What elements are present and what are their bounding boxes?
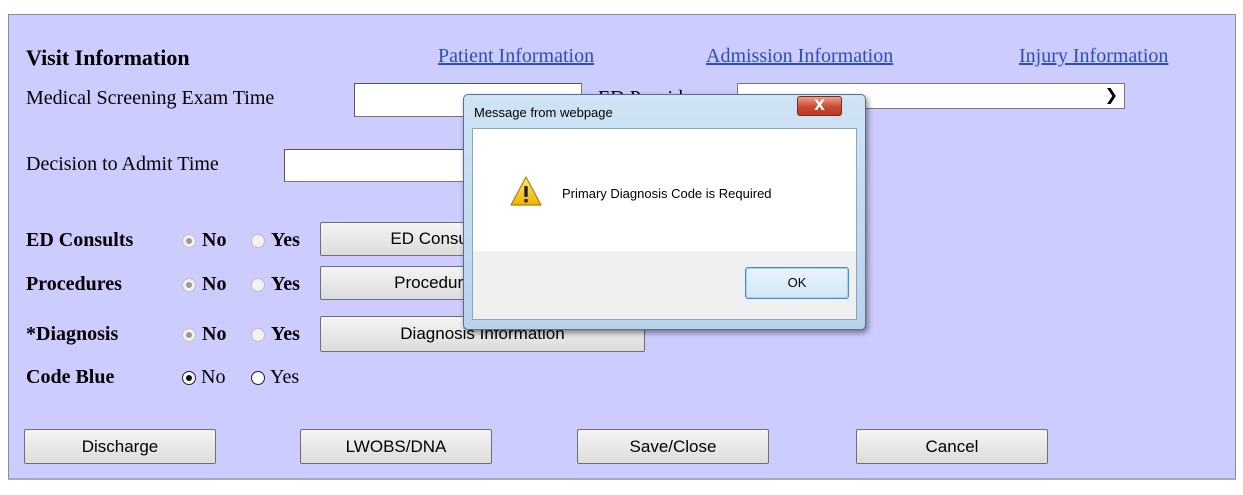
procedures-yes-radio[interactable] [251,278,265,292]
code-blue-no-label: No [201,366,226,388]
chevron-down-icon: ❯ [1104,85,1118,104]
close-icon: X [814,98,825,114]
code-blue-no-radio[interactable] [182,371,196,385]
ed-consults-label: ED Consults [26,229,134,251]
procedures-no-radio[interactable] [182,278,196,292]
procedures-label: Procedures [26,273,122,295]
code-blue-yes-label: Yes [270,366,300,388]
discharge-button[interactable]: Discharge [24,429,216,464]
ok-button[interactable]: OK [745,267,849,299]
save-close-button[interactable]: Save/Close [577,429,769,464]
ed-consults-yes-label: Yes [271,229,300,251]
message-dialog: Message from webpage X Primary Diagnosis… [463,94,866,330]
mse-time-label: Medical Screening Exam Time [26,87,275,109]
link-patient-information[interactable]: Patient Information [438,45,594,68]
code-blue-yes-radio[interactable] [251,371,265,385]
dialog-message: Primary Diagnosis Code is Required [562,186,772,201]
ed-consults-yes-radio[interactable] [251,234,265,248]
cancel-button[interactable]: Cancel [856,429,1048,464]
ed-consults-no-radio[interactable] [182,234,196,248]
diagnosis-no-label: No [202,323,227,345]
dialog-body: Primary Diagnosis Code is Required OK [472,128,857,320]
link-admission-information[interactable]: Admission Information [706,45,893,68]
dta-time-input[interactable] [284,149,469,182]
dialog-close-button[interactable]: X [797,96,842,116]
ed-consults-no-label: No [202,229,227,251]
procedures-no-label: No [202,273,227,295]
lwobs-dna-button[interactable]: LWOBS/DNA [300,429,492,464]
dialog-title: Message from webpage [474,105,613,120]
procedures-yes-label: Yes [271,273,300,295]
page-title: Visit Information [26,45,190,70]
link-injury-information[interactable]: Injury Information [1019,45,1168,68]
diagnosis-label: *Diagnosis [26,323,119,345]
code-blue-label: Code Blue [26,366,115,388]
diagnosis-yes-radio[interactable] [251,328,265,342]
bottom-divider [8,478,1236,480]
diagnosis-yes-label: Yes [271,323,300,345]
warning-icon [510,176,542,206]
dta-time-label: Decision to Admit Time [26,153,219,175]
diagnosis-no-radio[interactable] [182,328,196,342]
